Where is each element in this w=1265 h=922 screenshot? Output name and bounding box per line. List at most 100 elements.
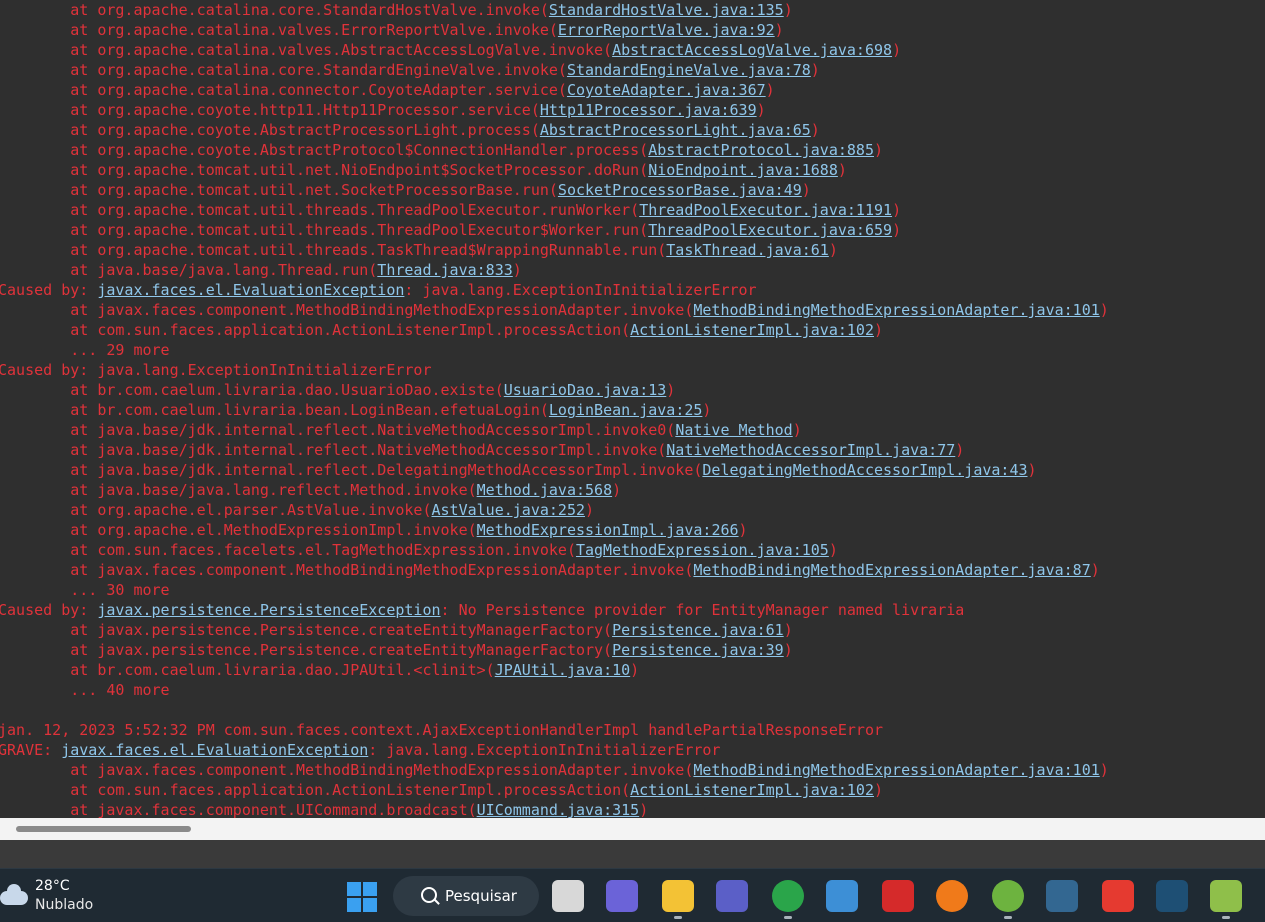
console-line: at org.apache.el.parser.AstValue.invoke(… bbox=[0, 500, 594, 520]
console-text: ) bbox=[810, 61, 820, 79]
stack-trace-link[interactable]: ActionListenerImpl.java:102 bbox=[630, 321, 874, 339]
console-line: at com.sun.faces.application.ActionListe… bbox=[0, 780, 883, 800]
start-button[interactable] bbox=[347, 882, 377, 912]
running-indicator bbox=[674, 916, 682, 919]
spring-tool-suite-icon[interactable] bbox=[992, 880, 1024, 912]
console-text: ) bbox=[512, 261, 522, 279]
postgresql-icon[interactable] bbox=[1046, 880, 1078, 912]
console-text: at org.apache.tomcat.util.net.NioEndpoin… bbox=[0, 161, 649, 179]
console-text: ) bbox=[792, 421, 802, 439]
stack-trace-link[interactable]: LoginBean.java:25 bbox=[549, 401, 703, 419]
search-label: Pesquisar bbox=[445, 887, 517, 905]
console-text: at java.base/jdk.internal.reflect.Delega… bbox=[0, 461, 703, 479]
console-line: at org.apache.tomcat.util.net.SocketProc… bbox=[0, 180, 811, 200]
stack-trace-link[interactable]: UsuarioDao.java:13 bbox=[504, 381, 667, 399]
stack-trace-link[interactable]: Thread.java:833 bbox=[377, 261, 512, 279]
stack-trace-link[interactable]: NativeMethodAccessorImpl.java:77 bbox=[666, 441, 955, 459]
mysql-workbench-icon[interactable] bbox=[1156, 880, 1188, 912]
console-text: ) bbox=[1099, 301, 1109, 319]
stack-trace-link[interactable]: StandardEngineValve.java:78 bbox=[567, 61, 811, 79]
stack-trace-link[interactable]: StandardHostValve.java:135 bbox=[549, 1, 784, 19]
stack-trace-link[interactable]: Http11Processor.java:639 bbox=[540, 101, 757, 119]
stack-trace-link[interactable]: NioEndpoint.java:1688 bbox=[648, 161, 838, 179]
stack-trace-link[interactable]: MethodBindingMethodExpressionAdapter.jav… bbox=[693, 301, 1099, 319]
stack-trace-link[interactable]: Persistence.java:61 bbox=[612, 621, 784, 639]
weather-condition: Nublado bbox=[35, 897, 94, 913]
console-line: at javax.persistence.Persistence.createE… bbox=[0, 640, 792, 660]
mcafee-icon[interactable] bbox=[882, 880, 914, 912]
stack-trace-link[interactable]: TagMethodExpression.java:105 bbox=[576, 541, 829, 559]
running-indicator bbox=[1222, 916, 1230, 919]
search-icon bbox=[421, 887, 437, 903]
console-text: ) bbox=[1099, 761, 1109, 779]
stack-trace-link[interactable]: JPAUtil.java:10 bbox=[495, 661, 630, 679]
stack-trace-link[interactable]: Persistence.java:39 bbox=[612, 641, 784, 659]
console-text: ) bbox=[955, 441, 965, 459]
console-line: at org.apache.coyote.AbstractProcessorLi… bbox=[0, 120, 820, 140]
firefox-icon[interactable] bbox=[936, 880, 968, 912]
console-text: ) bbox=[810, 121, 820, 139]
console-text: ) bbox=[892, 201, 902, 219]
console-text: : java.lang.ExceptionInInitializerError bbox=[368, 741, 721, 759]
console-text: at org.apache.tomcat.util.net.SocketProc… bbox=[0, 181, 558, 199]
console-output[interactable]: at org.apache.catalina.core.StandardHost… bbox=[0, 0, 1265, 818]
stack-trace-link[interactable]: AbstractAccessLogValve.java:698 bbox=[612, 41, 892, 59]
stack-trace-link[interactable]: MethodBindingMethodExpressionAdapter.jav… bbox=[693, 761, 1099, 779]
stack-trace-link[interactable]: AbstractProcessorLight.java:65 bbox=[540, 121, 811, 139]
stack-trace-link[interactable]: TaskThread.java:61 bbox=[666, 241, 829, 259]
chrome-icon[interactable] bbox=[772, 880, 804, 912]
windows-taskbar: 28°C Nublado Pesquisar bbox=[0, 868, 1265, 922]
horizontal-scrollbar[interactable] bbox=[0, 818, 1265, 840]
console-line: at br.com.caelum.livraria.bean.LoginBean… bbox=[0, 400, 711, 420]
console-text: at org.apache.catalina.connector.CoyoteA… bbox=[0, 81, 567, 99]
cloud-icon bbox=[0, 884, 28, 905]
console-line: jan. 12, 2023 5:52:32 PM com.sun.faces.c… bbox=[0, 720, 883, 740]
console-text: ) bbox=[756, 101, 766, 119]
anydesk-icon[interactable] bbox=[1102, 880, 1134, 912]
console-line: at java.base/jdk.internal.reflect.Delega… bbox=[0, 460, 1036, 480]
console-text: at javax.faces.component.MethodBindingMe… bbox=[0, 561, 694, 579]
console-line: at org.apache.catalina.core.StandardEngi… bbox=[0, 60, 820, 80]
console-text: jan. 12, 2023 5:52:32 PM com.sun.faces.c… bbox=[0, 721, 884, 739]
console-text: at com.sun.faces.application.ActionListe… bbox=[0, 321, 631, 339]
console-text: at java.base/java.lang.Thread.run( bbox=[0, 261, 378, 279]
weather-widget[interactable]: 28°C Nublado bbox=[0, 877, 120, 917]
control-panel-icon[interactable] bbox=[826, 880, 858, 912]
stack-trace-link[interactable]: AbstractProtocol.java:885 bbox=[648, 141, 874, 159]
stack-trace-link[interactable]: ErrorReportValve.java:92 bbox=[558, 21, 775, 39]
stack-trace-link[interactable]: javax.faces.el.EvaluationException bbox=[97, 281, 404, 299]
console-line: at org.apache.catalina.valves.ErrorRepor… bbox=[0, 20, 783, 40]
console-line: ... 29 more bbox=[0, 340, 169, 360]
taskbar-search[interactable]: Pesquisar bbox=[393, 876, 539, 916]
console-text: ) bbox=[738, 521, 748, 539]
stack-trace-link[interactable]: UICommand.java:315 bbox=[477, 801, 640, 818]
stack-trace-link[interactable]: ThreadPoolExecutor.java:659 bbox=[648, 221, 892, 239]
running-indicator bbox=[784, 916, 792, 919]
stack-trace-link[interactable]: CoyoteAdapter.java:367 bbox=[567, 81, 766, 99]
stack-trace-link[interactable]: javax.persistence.PersistenceException bbox=[97, 601, 440, 619]
file-explorer-icon[interactable] bbox=[662, 880, 694, 912]
stack-trace-link[interactable]: DelegatingMethodAccessorImpl.java:43 bbox=[702, 461, 1027, 479]
scrollbar-thumb[interactable] bbox=[16, 826, 191, 832]
stack-trace-link[interactable]: Native Method bbox=[675, 421, 792, 439]
notepad-plus-plus-icon[interactable] bbox=[1210, 880, 1242, 912]
teams-chat-icon[interactable] bbox=[606, 880, 638, 912]
stack-trace-link[interactable]: javax.faces.el.EvaluationException bbox=[61, 741, 368, 759]
microsoft-teams-icon[interactable] bbox=[716, 880, 748, 912]
stack-trace-link[interactable]: ActionListenerImpl.java:102 bbox=[630, 781, 874, 799]
console-text: at org.apache.el.parser.AstValue.invoke( bbox=[0, 501, 432, 519]
stack-trace-link[interactable]: MethodExpressionImpl.java:266 bbox=[477, 521, 739, 539]
console-text: at java.base/jdk.internal.reflect.Native… bbox=[0, 441, 667, 459]
stack-trace-link[interactable]: MethodBindingMethodExpressionAdapter.jav… bbox=[693, 561, 1090, 579]
stack-trace-link[interactable]: Method.java:568 bbox=[477, 481, 612, 499]
stack-trace-link[interactable]: AstValue.java:252 bbox=[431, 501, 585, 519]
task-view-icon[interactable] bbox=[552, 880, 584, 912]
console-text: at javax.persistence.Persistence.createE… bbox=[0, 621, 613, 639]
stack-trace-link[interactable]: ThreadPoolExecutor.java:1191 bbox=[639, 201, 892, 219]
console-text: Caused by: java.lang.ExceptionInInitiali… bbox=[0, 361, 432, 379]
console-text: at com.sun.faces.facelets.el.TagMethodEx… bbox=[0, 541, 576, 559]
status-strip bbox=[0, 840, 1265, 868]
console-text: ) bbox=[765, 81, 775, 99]
stack-trace-link[interactable]: SocketProcessorBase.java:49 bbox=[558, 181, 802, 199]
console-text: at java.base/jdk.internal.reflect.Native… bbox=[0, 421, 676, 439]
